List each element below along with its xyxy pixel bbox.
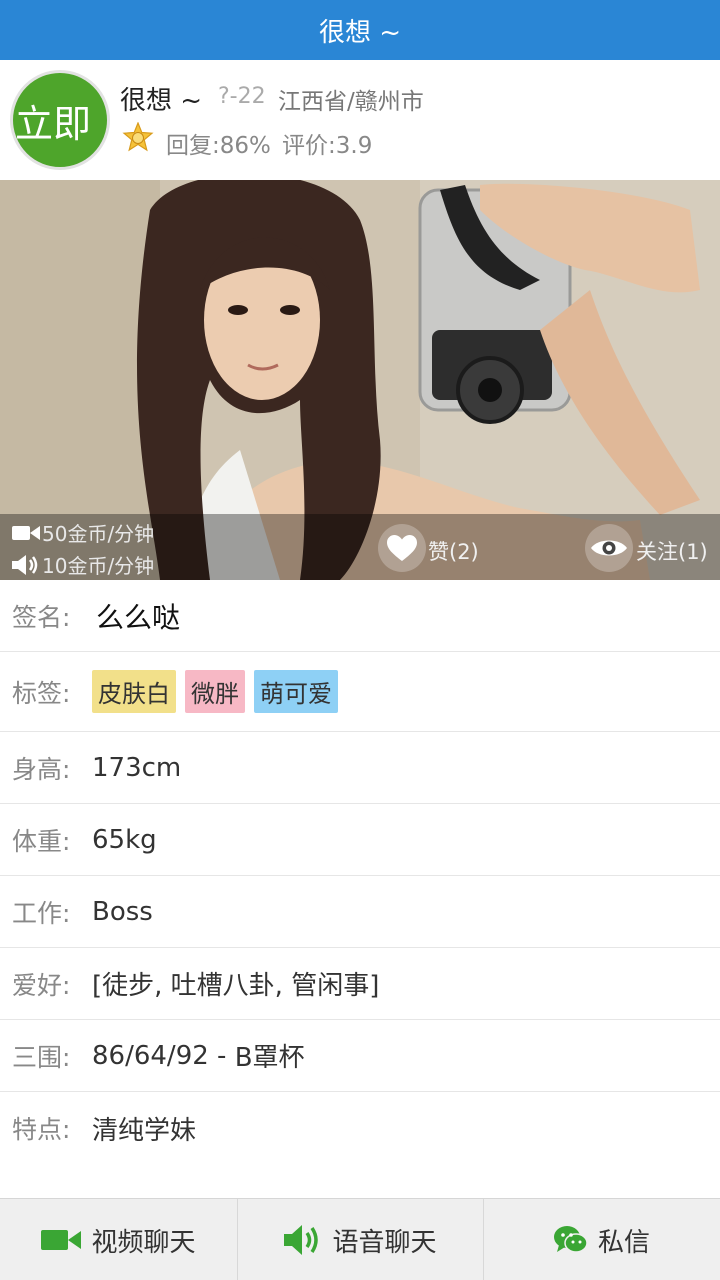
- hobby-label: 爱好:: [12, 970, 71, 1000]
- page-title: 很想 ~: [318, 17, 402, 48]
- hobby-value: [徒步, 吐槽八卦, 管闲事]: [92, 971, 380, 1001]
- medal-icon: [122, 122, 154, 152]
- tag-chip: 皮肤白: [92, 670, 176, 713]
- weight-label: 体重:: [12, 826, 71, 856]
- rating: 评价:3.9: [282, 133, 373, 159]
- height-row: 身高: 173cm: [0, 732, 720, 804]
- hobby-row: 爱好: [徒步, 吐槽八卦, 管闲事]: [0, 948, 720, 1020]
- weight-row: 体重: 65kg: [0, 804, 720, 876]
- measurements-value: 86/64/92 -: [92, 1040, 235, 1071]
- like-button[interactable]: [378, 524, 426, 572]
- height-value: 173cm: [92, 752, 182, 783]
- height-label: 身高:: [12, 754, 71, 784]
- cup-size: B罩杯: [234, 1043, 305, 1073]
- private-message-button[interactable]: 私信: [484, 1199, 720, 1280]
- details-list: 签名: 么么哒 标签: 皮肤白 微胖 萌可爱 身高: 173cm 体重: 65k…: [0, 580, 720, 1164]
- video-price: 50金币/分钟: [12, 518, 154, 547]
- measurements-row: 三围: 86/64/92 - B罩杯: [0, 1020, 720, 1092]
- title-bar: 很想 ~: [0, 0, 720, 60]
- job-value: Boss: [92, 896, 153, 927]
- tags-row: 标签: 皮肤白 微胖 萌可爱: [0, 652, 720, 732]
- tag-chip: 微胖: [185, 670, 245, 713]
- location: 江西省/赣州市: [278, 89, 424, 115]
- like-count[interactable]: 赞(2): [428, 536, 479, 566]
- speaker-icon: [12, 554, 38, 575]
- wechat-bubble-icon: [553, 1226, 588, 1253]
- weight-value: 65kg: [92, 824, 157, 855]
- avatar[interactable]: 立即: [10, 70, 110, 170]
- nickname: 很想 ~: [120, 86, 203, 116]
- tag-chip: 萌可爱: [254, 670, 338, 713]
- video-chat-label: 视频聊天: [91, 1227, 196, 1258]
- voice-chat-button[interactable]: 语音聊天: [238, 1199, 484, 1280]
- reply-rate: 回复:86%: [166, 133, 271, 159]
- voice-price-text: 10金币/分钟: [42, 554, 155, 578]
- eye-icon: [591, 540, 627, 556]
- speaker-icon: [284, 1225, 319, 1255]
- signature-row: 签名: 么么哒: [0, 580, 720, 652]
- feature-row: 特点: 清纯学妹: [0, 1092, 720, 1164]
- profile-photo[interactable]: 50金币/分钟 10金币/分钟 赞(2) 关注(1): [0, 180, 720, 580]
- video-camera-icon: [41, 1230, 82, 1250]
- video-camera-icon: [12, 525, 40, 540]
- profile-header: 立即 很想 ~ ?-22 江西省/赣州市: [0, 60, 720, 180]
- follow-button[interactable]: [585, 524, 633, 572]
- video-price-text: 50金币/分钟: [42, 522, 155, 546]
- video-chat-button[interactable]: 视频聊天: [0, 1199, 238, 1280]
- job-row: 工作: Boss: [0, 876, 720, 948]
- heart-icon: [387, 535, 417, 561]
- feature-value: 清纯学妹: [92, 1115, 197, 1146]
- bottom-action-bar: 视频聊天 语音聊天 私信: [0, 1198, 720, 1280]
- job-label: 工作:: [12, 898, 71, 928]
- voice-price: 10金币/分钟: [12, 550, 154, 579]
- voice-chat-label: 语音聊天: [332, 1227, 437, 1258]
- feature-label: 特点:: [12, 1115, 71, 1144]
- avatar-text: 立即: [15, 101, 92, 146]
- signature-label: 签名:: [12, 602, 71, 632]
- signature-value: 么么哒: [96, 600, 181, 634]
- tags-label: 标签:: [12, 678, 71, 708]
- follow-count[interactable]: 关注(1): [636, 536, 708, 566]
- measurements-label: 三围:: [12, 1042, 71, 1072]
- age: ?-22: [218, 84, 266, 109]
- private-message-label: 私信: [597, 1227, 650, 1258]
